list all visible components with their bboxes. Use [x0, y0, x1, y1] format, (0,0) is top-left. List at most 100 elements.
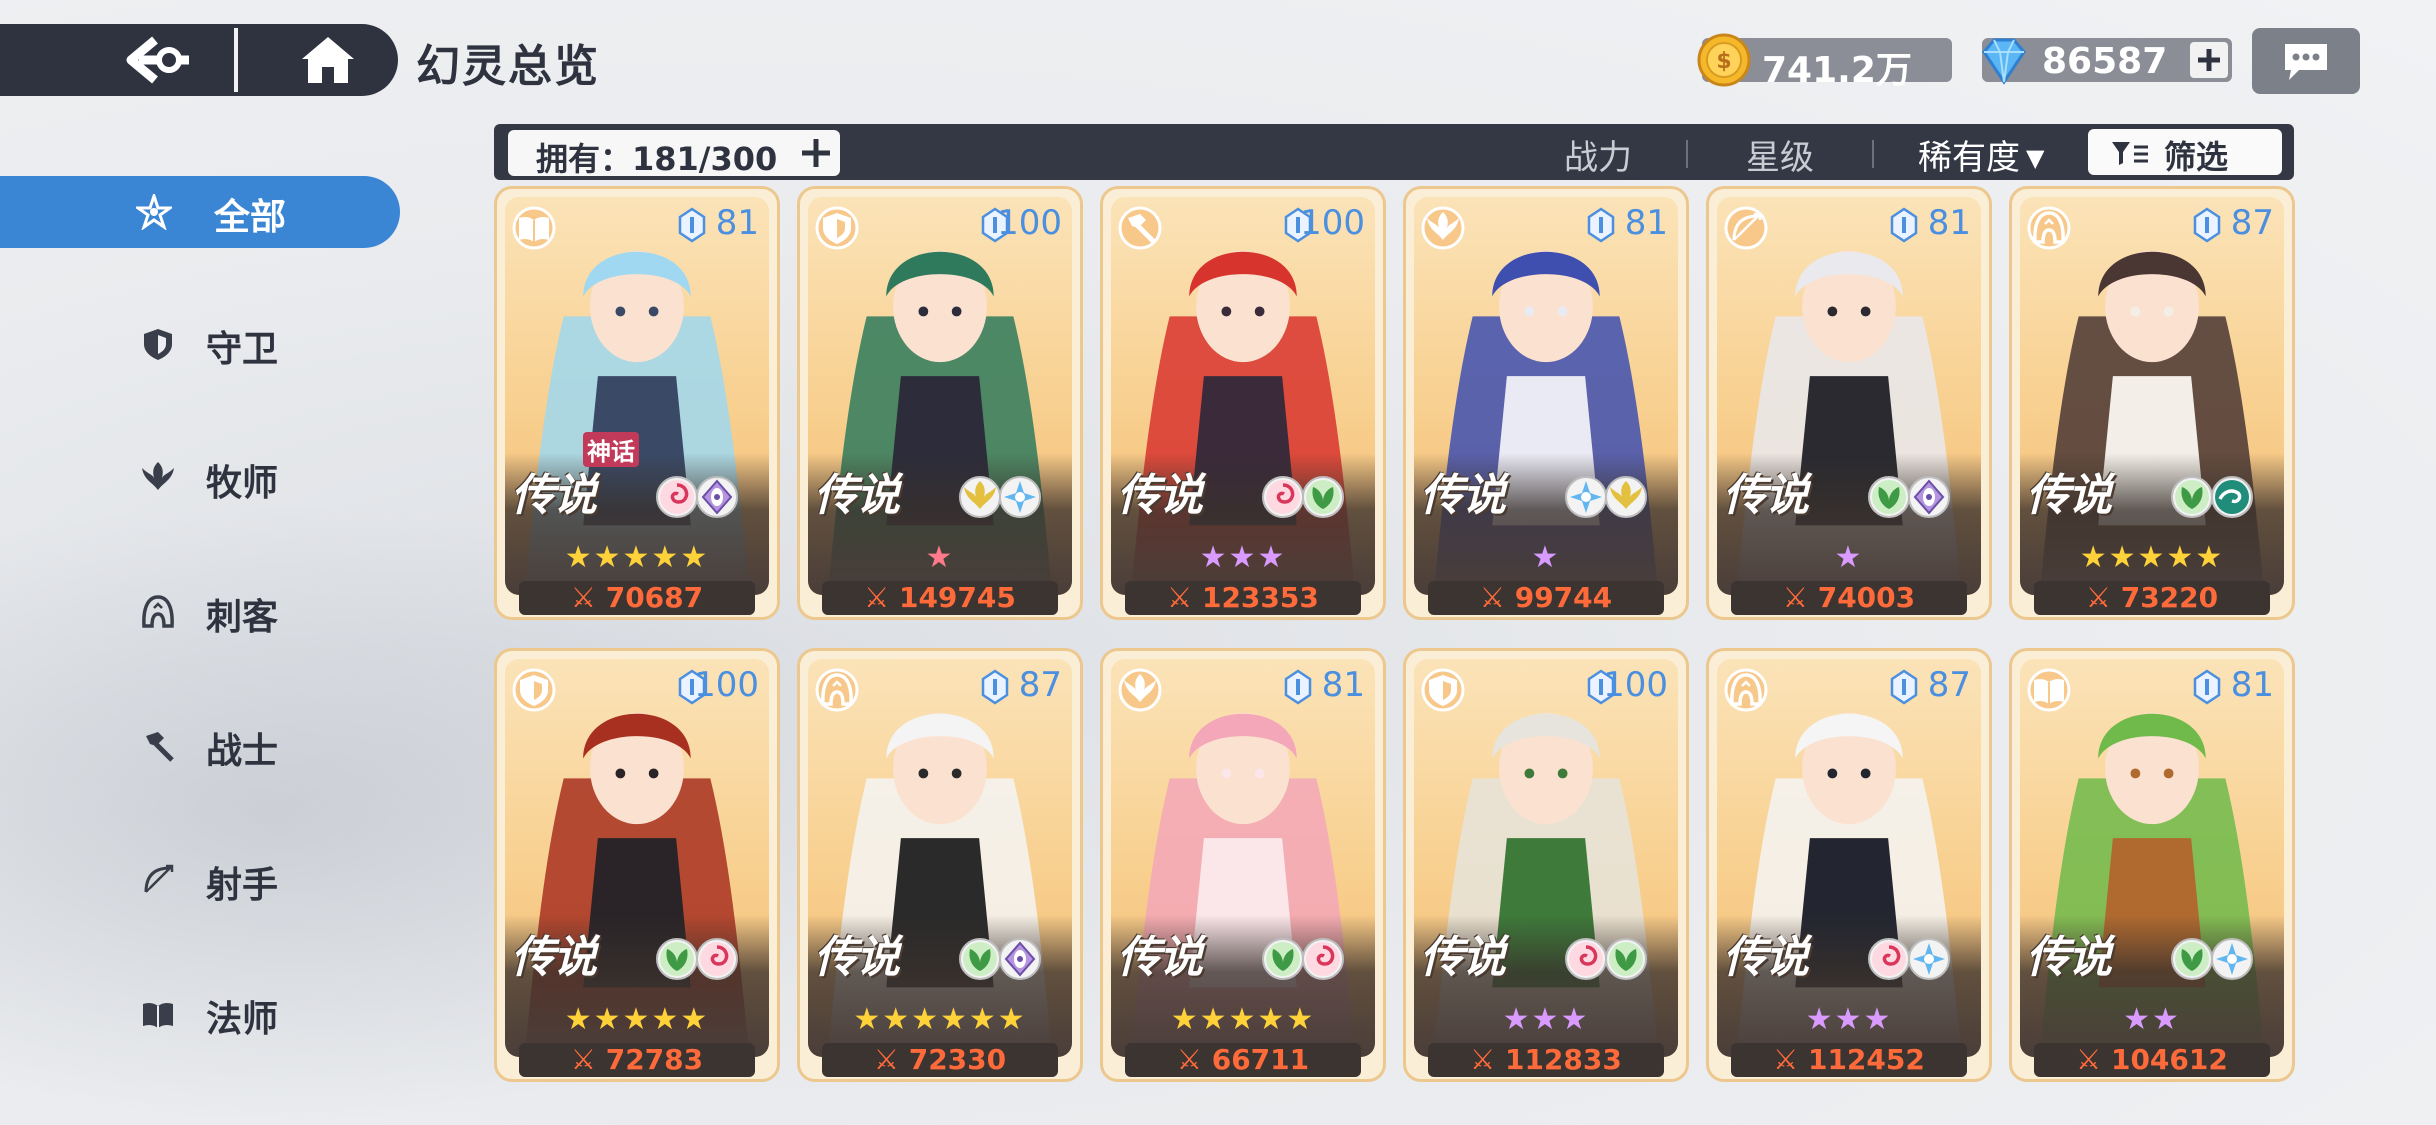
- filter-funnel-icon: [2112, 142, 2148, 165]
- sidebar-item-6[interactable]: 法师: [0, 978, 400, 1050]
- svg-text:$: $: [1716, 49, 1731, 74]
- card-art-frame: 100 传说 ★: [808, 197, 1072, 595]
- character-level: 100: [694, 665, 759, 705]
- home-button[interactable]: [268, 24, 388, 96]
- character-level: 100: [1300, 203, 1365, 243]
- character-card[interactable]: 81 传说 ★ ⚔ 99744: [1403, 186, 1689, 620]
- star-rating: ★★★★★: [1170, 1002, 1316, 1037]
- combat-power: ⚔ 73220: [2034, 581, 2270, 615]
- character-card[interactable]: 100 传说 ★★★★★ ⚔ 72783: [494, 648, 780, 1082]
- character-card[interactable]: 81 传说 ★★ ⚔ 104612: [2009, 648, 2295, 1082]
- add-gem-button[interactable]: [2190, 42, 2228, 78]
- back-arrow-icon: [126, 36, 189, 84]
- blue-gem-icon: [1982, 38, 2026, 85]
- character-card[interactable]: 100 传说 ★★★ ⚔ 112833: [1403, 648, 1689, 1082]
- sidebar-item-label: 法师: [206, 999, 279, 1040]
- crossed-swords-icon: ⚔: [1773, 1043, 1799, 1076]
- character-level: 87: [2230, 203, 2274, 243]
- crossed-swords-icon: ⚔: [1479, 581, 1505, 614]
- combat-power: ⚔ 72783: [519, 1043, 755, 1077]
- star-all-icon: [136, 194, 172, 230]
- swirl-icon: [1868, 938, 1910, 980]
- crossed-swords-icon: ⚔: [1176, 1043, 1202, 1076]
- sidebar-item-3[interactable]: 刺客: [0, 576, 400, 648]
- sort-power[interactable]: 战力: [1564, 130, 1632, 179]
- star-rating: ★★★: [1502, 1002, 1590, 1037]
- sidebar-item-label: 牧师: [206, 463, 279, 504]
- sidebar-item-label: 射手: [206, 865, 279, 906]
- swirl-icon: [1302, 938, 1344, 980]
- sort-rarity-label: 稀有度: [1918, 138, 2020, 178]
- sidebar-item-0[interactable]: 全部: [0, 176, 400, 248]
- leaf-icon: [2171, 938, 2213, 980]
- card-art-frame: 100 传说 ★★★: [1111, 197, 1375, 595]
- plus-icon: [2198, 49, 2220, 71]
- bow-icon: [144, 864, 174, 893]
- sidebar-item-2[interactable]: 牧师: [0, 442, 400, 514]
- character-card[interactable]: 87 传说 ★★★★★★ ⚔ 72330: [797, 648, 1083, 1082]
- character-card[interactable]: 87 传说 ★★★ ⚔ 112452: [1706, 648, 1992, 1082]
- book-icon: [143, 1002, 173, 1028]
- shield-icon: [815, 206, 859, 250]
- rarity-label: 传说: [814, 932, 900, 983]
- owned-count: 拥有：181/300: [536, 140, 778, 178]
- shield-icon: [144, 329, 172, 360]
- star-rating: ★: [1834, 540, 1864, 575]
- level-crystal-icon: [1284, 669, 1312, 705]
- level-crystal-icon: [1587, 207, 1615, 243]
- card-art-frame: 100 传说 ★★★: [1414, 659, 1678, 1057]
- sort-rarity[interactable]: 稀有度 ▼: [1918, 130, 2044, 179]
- combat-power: ⚔ 74003: [1731, 581, 1967, 615]
- leaf-icon: [2171, 476, 2213, 518]
- power-value: 149745: [898, 581, 1016, 614]
- power-value: 70687: [605, 581, 704, 614]
- back-button[interactable]: [100, 24, 220, 96]
- sidebar-item-1[interactable]: 守卫: [0, 308, 400, 380]
- top-nav: [0, 24, 398, 96]
- hood-icon: [2027, 206, 2071, 250]
- frost-icon: [1908, 938, 1950, 980]
- chat-button[interactable]: [2252, 28, 2360, 94]
- crossed-swords-icon: ⚔: [864, 581, 890, 614]
- wings-icon: [1421, 206, 1465, 250]
- character-card[interactable]: 100 传说 ★★★ ⚔ 123353: [1100, 186, 1386, 620]
- card-art-frame: 87 传说 ★★★: [1717, 659, 1981, 1057]
- frost-icon: [999, 476, 1041, 518]
- hood-icon: [815, 668, 859, 712]
- combat-power: ⚔ 72330: [822, 1043, 1058, 1077]
- character-level: 81: [715, 203, 759, 243]
- character-card[interactable]: 81 神话 传说 ★★★★★ ⚔ 70687: [494, 186, 780, 620]
- rarity-label: 传说: [511, 932, 597, 983]
- crossed-swords-icon: ⚔: [570, 1043, 596, 1076]
- sort-divider: [1686, 140, 1688, 168]
- frost-icon: [1565, 476, 1607, 518]
- power-value: 72330: [908, 1043, 1007, 1076]
- level-crystal-icon: [2193, 207, 2221, 243]
- character-card[interactable]: 81 传说 ★★★★★ ⚔ 66711: [1100, 648, 1386, 1082]
- character-card[interactable]: 81 传说 ★ ⚔ 74003: [1706, 186, 1992, 620]
- filter-button[interactable]: 筛选: [2088, 129, 2282, 176]
- level-crystal-icon: [1890, 207, 1918, 243]
- card-art-frame: 81 神话 传说 ★★★★★: [505, 197, 769, 595]
- owned-count-button[interactable]: 拥有：181/300: [508, 130, 840, 178]
- level-crystal-icon: [1890, 669, 1918, 705]
- sidebar-item-5[interactable]: 射手: [0, 844, 400, 916]
- shield-icon: [512, 668, 556, 712]
- character-level: 81: [1927, 203, 1971, 243]
- combat-power: ⚔ 99744: [1428, 581, 1664, 615]
- rarity-label: 传说: [511, 470, 597, 521]
- combat-power: ⚔ 70687: [519, 581, 755, 615]
- power-value: 72783: [605, 1043, 704, 1076]
- sort-divider: [1872, 140, 1874, 168]
- crossed-swords-icon: ⚔: [2076, 1043, 2102, 1076]
- book-icon: [512, 206, 556, 250]
- combat-power: ⚔ 123353: [1125, 581, 1361, 615]
- character-card[interactable]: 100 传说 ★ ⚔ 149745: [797, 186, 1083, 620]
- star-rating: ★★★★★: [564, 540, 710, 575]
- crossed-swords-icon: ⚔: [1470, 1043, 1496, 1076]
- character-card[interactable]: 87 传说 ★★★★★ ⚔ 73220: [2009, 186, 2295, 620]
- sidebar-item-4[interactable]: 战士: [0, 710, 400, 782]
- sort-star[interactable]: 星级: [1746, 130, 1814, 179]
- bow-icon: [1724, 206, 1768, 250]
- character-level: 87: [1927, 665, 1971, 705]
